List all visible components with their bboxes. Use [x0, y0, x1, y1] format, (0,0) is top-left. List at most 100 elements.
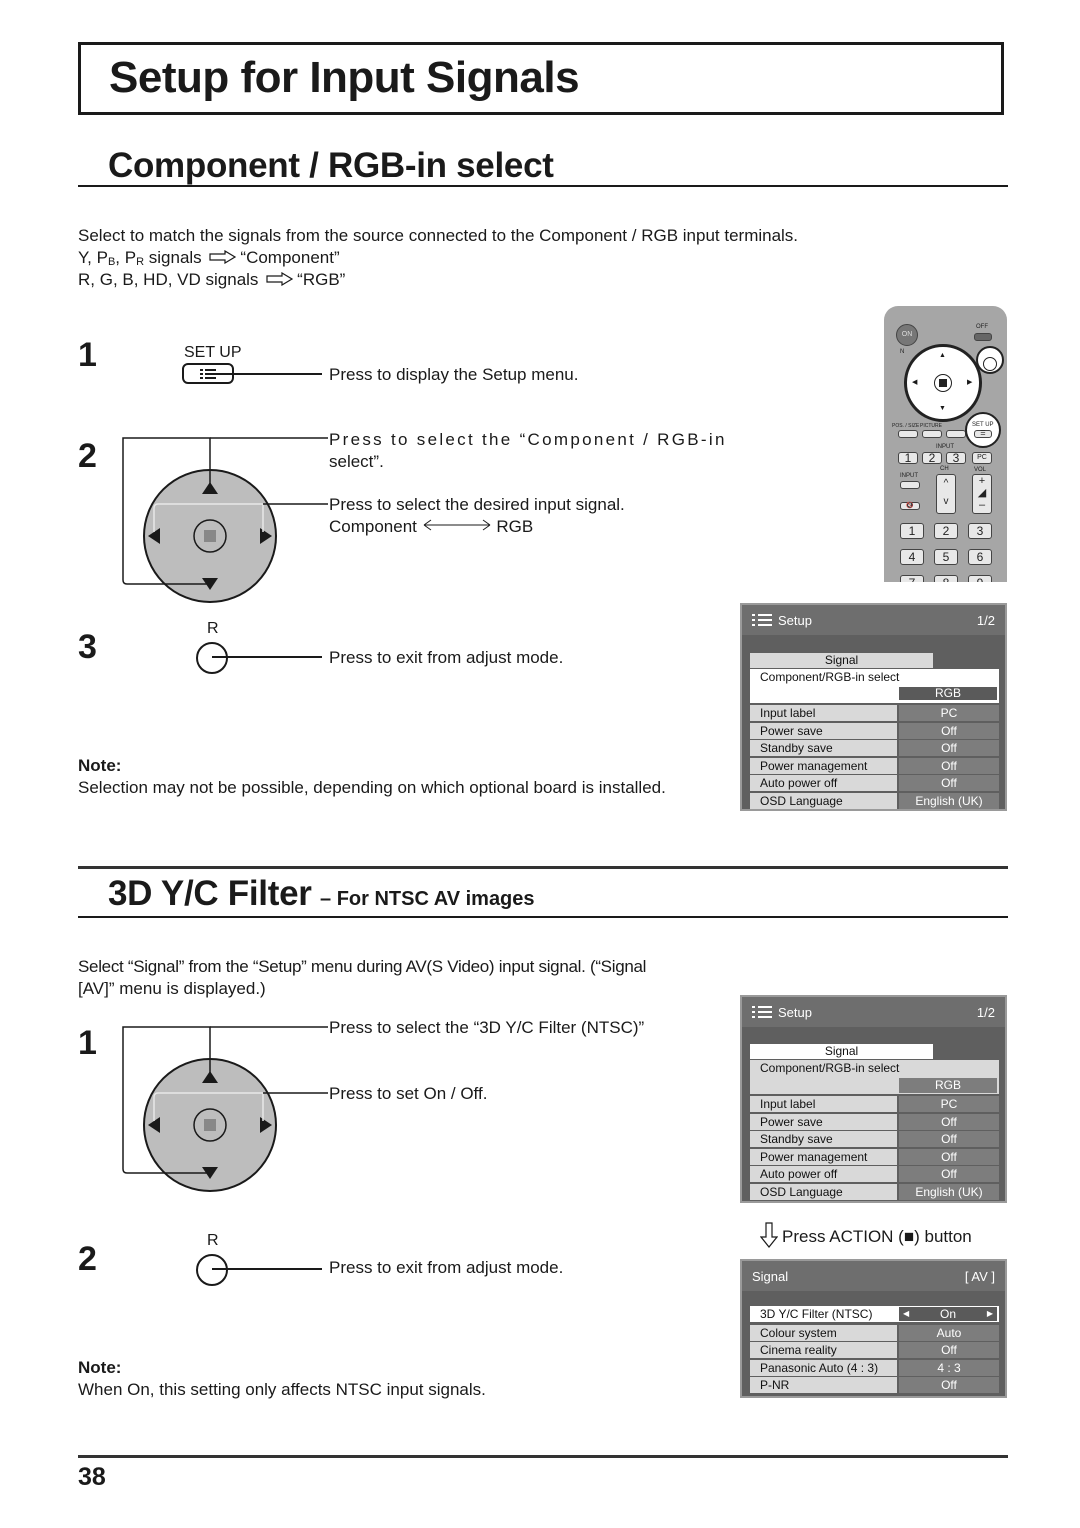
osd-row[interactable]: Power management Off	[750, 758, 999, 774]
osd-header: Setup 1/2	[742, 605, 1005, 635]
action-square-icon	[939, 379, 947, 387]
footer-divider	[78, 1455, 1008, 1458]
osd-component-rgb-row[interactable]: Component/RGB-in select RGB	[750, 1060, 999, 1094]
remote-on-button[interactable]: ON	[896, 324, 918, 346]
page-title: Setup for Input Signals	[109, 53, 580, 102]
osd-row-label: Power management	[750, 758, 897, 774]
osd-row[interactable]: Auto power off Off	[750, 1166, 999, 1182]
osd-row-label: Power management	[750, 1149, 897, 1165]
osd-row-value-selector[interactable]: ◀ On ▶	[899, 1307, 997, 1321]
remote-digit-6[interactable]: 6	[968, 549, 992, 565]
remote-volume-rocker[interactable]: + ◢ –	[972, 474, 992, 514]
osd-row-label: Component/RGB-in select	[760, 1061, 900, 1075]
remote-input-3[interactable]: 3	[946, 452, 966, 464]
remote-input-pc[interactable]: PC	[972, 452, 992, 464]
osd-row[interactable]: Input label PC	[750, 1096, 999, 1112]
mapping-text: R, G, B, HD, VD signals	[78, 270, 259, 289]
osd-row[interactable]: Cinema reality Off	[750, 1342, 999, 1358]
osd-page-indicator: 1/2	[976, 1004, 995, 1020]
cursor-pad-diagram	[122, 437, 328, 603]
remote-mute-button[interactable]: 🔇	[900, 502, 920, 510]
osd-row-value: Off	[899, 758, 999, 774]
osd-title: Setup	[778, 1004, 812, 1020]
osd-row[interactable]: OSD Language English (UK)	[750, 1184, 999, 1200]
action-hint: Press ACTION (■) button	[759, 1222, 972, 1248]
osd-row[interactable]: Power save Off	[750, 723, 999, 739]
osd-signal-tab[interactable]: Signal	[750, 653, 933, 668]
step-number: 2	[78, 1240, 97, 1278]
step2-left-right: Press to select the desired input signal…	[329, 495, 625, 514]
remote-digit-4[interactable]: 4	[900, 549, 924, 565]
step-number: 1	[78, 1024, 97, 1062]
osd-row-label: Component/RGB-in select	[760, 670, 900, 684]
osd-row-value: Off	[899, 740, 999, 756]
osd-component-rgb-row[interactable]: Component/RGB-in select RGB	[750, 669, 999, 703]
remote-r-button[interactable]	[983, 357, 997, 371]
osd-header: Setup 1/2	[742, 997, 1005, 1027]
option-component: Component	[329, 517, 417, 536]
remote-input-label: INPUT	[900, 473, 918, 479]
remote-input-button[interactable]	[900, 481, 920, 489]
remote-picture-button[interactable]	[922, 430, 942, 438]
remote-setup-button[interactable]: ☰	[974, 430, 992, 438]
osd-row[interactable]: P-NR Off	[750, 1377, 999, 1393]
remote-pos-size-button[interactable]	[898, 430, 918, 438]
page-title-box: Setup for Input Signals	[78, 42, 1004, 115]
remote-digit-3[interactable]: 3	[968, 523, 992, 539]
remote-digit-1[interactable]: 1	[900, 523, 924, 539]
osd-row[interactable]: Standby save Off	[750, 1131, 999, 1147]
mapping-text: signals	[144, 248, 202, 267]
return-button[interactable]	[196, 1254, 228, 1286]
osd-header: Signal [ AV ]	[742, 1261, 1005, 1291]
note-text: When On, this setting only affects NTSC …	[78, 1380, 486, 1399]
remote-digit-2[interactable]: 2	[934, 523, 958, 539]
step2-up-down-line1: Press to select the “Component / RGB-in	[329, 430, 727, 449]
section-divider	[78, 866, 1008, 869]
osd-row-label: Power save	[750, 1114, 897, 1130]
section2-subheading: – For NTSC AV images	[320, 888, 535, 910]
remote-digit-8[interactable]: 8	[934, 575, 958, 582]
cursor-pad-diagram	[122, 1026, 328, 1192]
remote-input-1[interactable]: 1	[898, 452, 918, 464]
osd-row-label: Colour system	[750, 1325, 897, 1341]
section-divider	[78, 185, 1008, 187]
action-square-icon	[204, 530, 216, 542]
remote-input-2[interactable]: 2	[922, 452, 942, 464]
remote-digit-5[interactable]: 5	[934, 549, 958, 565]
osd-row[interactable]: Power management Off	[750, 1149, 999, 1165]
osd-row-value: Off	[899, 723, 999, 739]
section2-step1-up-down: Press to select the “3D Y/C Filter (NTSC…	[329, 1018, 645, 1037]
osd-row[interactable]: Colour system Auto	[750, 1325, 999, 1341]
osd-row[interactable]: Input label PC	[750, 705, 999, 721]
osd-title: Setup	[778, 612, 812, 628]
remote-digit-9[interactable]: 9	[968, 575, 992, 582]
osd-row[interactable]: OSD Language English (UK)	[750, 793, 999, 809]
osd-signal-tab[interactable]: Signal	[750, 1044, 933, 1059]
osd-row-value: PC	[899, 1096, 999, 1112]
note-label: Note:	[78, 1358, 122, 1377]
double-arrow-icon	[423, 519, 490, 531]
remote-cursor-pad[interactable]: ▲ ▼ ◀ ▶	[904, 344, 982, 422]
return-button[interactable]	[196, 642, 228, 674]
osd-row-value: English (UK)	[899, 1184, 999, 1200]
osd-row-value: On	[939, 1307, 956, 1321]
remote-off-button[interactable]	[974, 333, 992, 341]
option-rgb: RGB	[496, 517, 534, 536]
osd-row-value: Off	[899, 775, 999, 791]
arrow-left-icon: ◀	[912, 379, 918, 386]
remote-digit-7[interactable]: 7	[900, 575, 924, 582]
osd-row-label: Auto power off	[750, 1166, 897, 1182]
remote-sound-button[interactable]	[946, 430, 966, 438]
remote-r-button-highlight[interactable]	[976, 346, 1004, 374]
menu-list-icon	[752, 1006, 772, 1018]
remote-channel-rocker[interactable]: ^ v	[936, 474, 956, 514]
osd-row[interactable]: Auto power off Off	[750, 775, 999, 791]
section-heading-3d-yc: 3D Y/C Filter – For NTSC AV images	[108, 874, 535, 914]
osd-row[interactable]: Power save Off	[750, 1114, 999, 1130]
osd-row-selected[interactable]: 3D Y/C Filter (NTSC) ◀ On ▶	[750, 1306, 999, 1322]
osd-row-label: Power save	[750, 723, 897, 739]
osd-row[interactable]: Standby save Off	[750, 740, 999, 756]
osd-row-value: RGB	[899, 687, 997, 700]
remote-setup-button-highlight[interactable]: SET UP ☰	[965, 412, 1001, 448]
osd-row[interactable]: Panasonic Auto (4 : 3) 4 : 3	[750, 1360, 999, 1376]
